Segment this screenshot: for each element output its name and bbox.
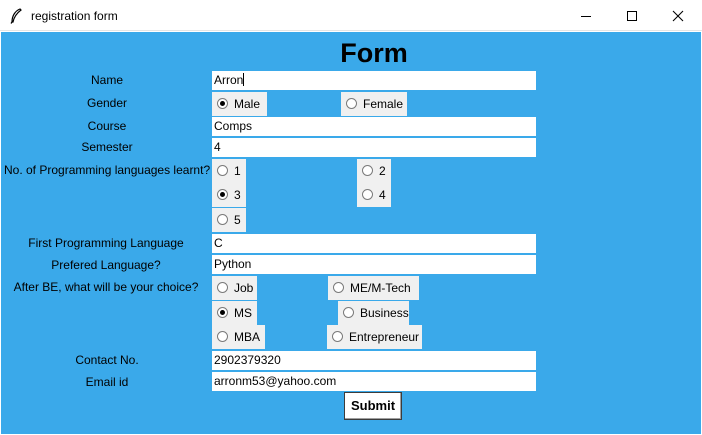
languages-radio-2[interactable]: 2 — [357, 159, 391, 183]
close-icon — [672, 10, 684, 22]
semester-label: Semester — [81, 140, 133, 154]
contact-label: Contact No. — [75, 353, 139, 367]
radio-selected-icon — [217, 189, 228, 200]
email-label: Email id — [85, 375, 129, 389]
languages-radio-4[interactable]: 4 — [357, 183, 391, 207]
radio-label: 2 — [379, 164, 386, 178]
after-be-radio-me-mtech[interactable]: ME/M-Tech — [328, 276, 419, 300]
languages-radio-3[interactable]: 3 — [212, 183, 246, 207]
languages-radio-5[interactable]: 5 — [212, 208, 246, 232]
text-cursor — [243, 73, 245, 86]
window-title: registration form — [31, 9, 118, 23]
email-field[interactable]: arronm53@yahoo.com — [212, 372, 536, 391]
radio-label: 4 — [379, 188, 386, 202]
radio-label: Job — [234, 281, 254, 295]
radio-label: MBA — [234, 330, 261, 344]
radio-label: MS — [234, 306, 252, 320]
radio-unselected-icon — [217, 331, 228, 342]
preferred-language-field[interactable]: Python — [212, 255, 536, 274]
form-heading: Form — [340, 38, 408, 68]
first-language-field[interactable]: C — [212, 234, 536, 253]
radio-unselected-icon — [346, 98, 357, 109]
preferred-language-label: Prefered Language? — [51, 258, 161, 272]
radio-unselected-icon — [217, 282, 228, 293]
submit-button[interactable]: Submit — [344, 392, 402, 420]
course-field[interactable]: Comps — [212, 117, 536, 136]
close-button[interactable] — [655, 0, 701, 31]
contact-field[interactable]: 2902379320 — [212, 351, 536, 370]
radio-unselected-icon — [332, 331, 343, 342]
radio-label: 1 — [234, 164, 241, 178]
after-be-radio-job[interactable]: Job — [212, 276, 257, 300]
radio-unselected-icon — [333, 282, 344, 293]
radio-unselected-icon — [217, 214, 228, 225]
after-be-label: After BE, what will be your choice? — [13, 280, 199, 294]
first-language-label: First Programming Language — [28, 236, 184, 250]
title-bar: registration form — [0, 0, 702, 31]
gender-radio-female[interactable]: Female — [341, 92, 407, 116]
name-value: Arron — [214, 73, 244, 87]
radio-label: 5 — [234, 213, 241, 227]
name-field[interactable]: Arron — [212, 71, 536, 90]
radio-unselected-icon — [362, 189, 373, 200]
after-be-radio-business[interactable]: Business — [338, 301, 409, 325]
radio-label: 3 — [234, 188, 241, 202]
gender-label: Gender — [86, 96, 128, 110]
gender-radio-male[interactable]: Male — [212, 92, 267, 116]
form-area: Form Name Arron Gender Male Female Cours… — [1, 32, 701, 434]
after-be-radio-entrepreneur[interactable]: Entrepreneur — [327, 325, 422, 349]
languages-count-label: No. of Programming languages learnt? — [4, 163, 211, 177]
radio-unselected-icon — [217, 165, 228, 176]
radio-selected-icon — [217, 98, 228, 109]
radio-label: Business — [360, 306, 409, 320]
minimize-icon — [581, 16, 591, 17]
semester-field[interactable]: 4 — [212, 138, 536, 157]
name-label: Name — [90, 73, 123, 87]
radio-unselected-icon — [362, 165, 373, 176]
languages-radio-1[interactable]: 1 — [212, 159, 246, 183]
after-be-radio-mba[interactable]: MBA — [212, 325, 265, 349]
maximize-icon — [627, 11, 637, 21]
minimize-button[interactable] — [563, 0, 609, 31]
after-be-radio-ms[interactable]: MS — [212, 301, 257, 325]
course-label: Course — [87, 119, 127, 133]
radio-unselected-icon — [343, 307, 354, 318]
radio-label: Entrepreneur — [349, 330, 420, 344]
radio-label: Male — [234, 97, 261, 111]
maximize-button[interactable] — [609, 0, 655, 31]
radio-label: ME/M-Tech — [350, 281, 411, 295]
feather-icon — [9, 8, 23, 24]
radio-selected-icon — [217, 307, 228, 318]
radio-label: Female — [363, 97, 404, 111]
